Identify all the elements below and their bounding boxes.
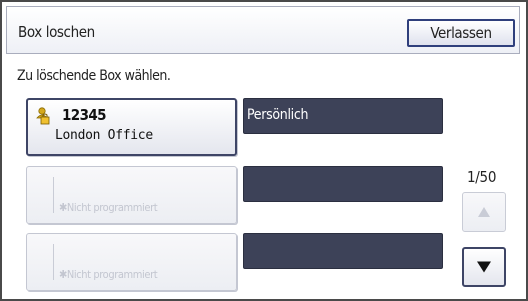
header-bar: Box loschen Verlassen bbox=[6, 6, 520, 54]
box-item-12345[interactable]: 12345 London Office bbox=[26, 98, 237, 156]
box-type-field bbox=[243, 166, 443, 202]
separator-line bbox=[53, 177, 54, 213]
box-name: London Office bbox=[55, 128, 153, 143]
instruction-text: Zu löschende Box wählen. bbox=[17, 68, 171, 84]
user-lock-icon bbox=[36, 107, 50, 125]
box-item-empty: ✱Nicht programmiert bbox=[26, 233, 237, 291]
box-number: 12345 bbox=[62, 106, 107, 124]
box-type-label: Persönlich bbox=[247, 107, 309, 123]
box-type-field: Persönlich bbox=[243, 98, 443, 134]
exit-button[interactable]: Verlassen bbox=[407, 19, 515, 47]
box-type-field bbox=[243, 233, 443, 269]
box-delete-panel: Box loschen Verlassen Zu löschende Box w… bbox=[0, 0, 528, 301]
scroll-up-button bbox=[462, 192, 506, 232]
scroll-down-button[interactable] bbox=[462, 247, 506, 287]
page-indicator: 1/50 bbox=[467, 168, 497, 186]
page-title: Box loschen bbox=[18, 23, 95, 41]
not-programmed-label: ✱Nicht programmiert bbox=[59, 201, 158, 214]
separator-line bbox=[53, 244, 54, 280]
box-item-empty: ✱Nicht programmiert bbox=[26, 166, 237, 224]
arrow-down-icon bbox=[477, 261, 491, 273]
not-programmed-label: ✱Nicht programmiert bbox=[59, 268, 158, 281]
arrow-up-icon bbox=[478, 207, 490, 217]
